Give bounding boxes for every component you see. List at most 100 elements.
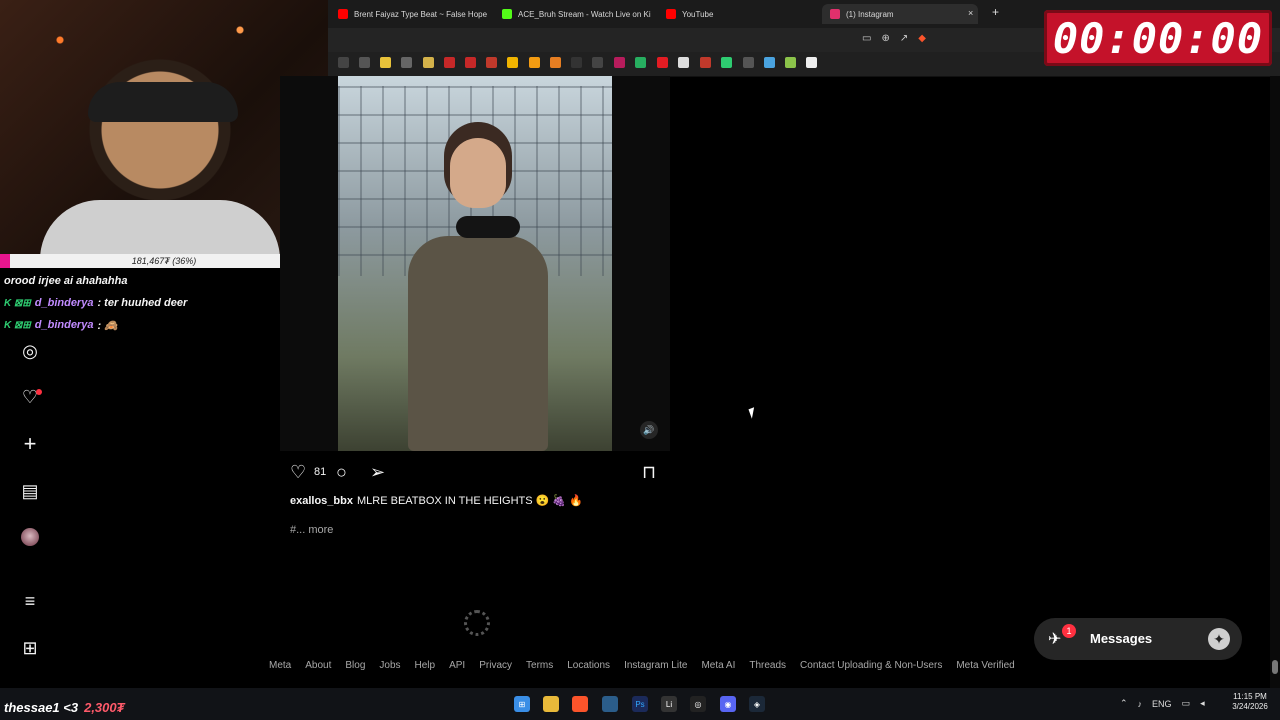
bookmark-icon[interactable] <box>657 57 668 68</box>
footer-link[interactable]: About <box>305 660 331 671</box>
post-username[interactable]: exallos_bbx <box>290 495 353 507</box>
scrollbar[interactable] <box>1270 76 1280 688</box>
tab-youtube[interactable]: YouTube <box>666 4 746 24</box>
share-icon[interactable]: ↗ <box>900 33 908 44</box>
bookmark-icon[interactable] <box>635 57 646 68</box>
chat-message: : ter huuhed deer <box>97 297 188 309</box>
like-icon[interactable]: ♡ <box>290 462 306 483</box>
hashtag-prefix: #... <box>290 524 306 536</box>
tab-kick-stream[interactable]: ACE_Bruh Stream - Watch Live on Ki <box>502 4 652 24</box>
points-bar: 181,467₮ (36%) <box>0 254 328 268</box>
system-tray: ⌃ ♪ ENG ▭ ◂ <box>1120 698 1205 709</box>
photoshop-icon[interactable]: Ps <box>632 696 648 712</box>
bookmark-icon[interactable] <box>423 57 434 68</box>
folder-icon[interactable] <box>380 57 391 68</box>
footer-link[interactable]: Meta Verified <box>956 660 1014 671</box>
brave-shield-icon[interactable]: ◆ <box>918 33 926 44</box>
youtube-icon <box>338 9 348 19</box>
clock-date: 3/24/2026 <box>1232 702 1268 711</box>
footer-links: Meta About Blog Jobs Help API Privacy Te… <box>269 660 1015 671</box>
volume-icon[interactable]: 🔊 <box>640 421 658 439</box>
tab-label: (1) Instagram <box>846 9 894 19</box>
explore-icon[interactable]: ◎ <box>18 339 42 363</box>
bookmark-icon[interactable] <box>700 57 711 68</box>
footer-link[interactable]: Instagram Lite <box>624 660 687 671</box>
bookmark-icon[interactable] <box>338 57 349 68</box>
zoom-icon[interactable]: ⊕ <box>881 33 889 44</box>
stream-timer: 00:00:00 <box>1044 10 1272 66</box>
new-tab-button[interactable]: + <box>992 5 999 19</box>
messages-button[interactable]: ✈ 1 Messages ✦ <box>1034 618 1242 660</box>
grid-icon[interactable]: ⊞ <box>18 636 42 660</box>
speaker-icon[interactable]: ◂ <box>1200 698 1205 709</box>
bookmark-icon[interactable] <box>592 57 603 68</box>
bookmark-icon[interactable] <box>359 57 370 68</box>
bookmark-icon[interactable] <box>507 57 518 68</box>
instagram-icon <box>830 9 840 19</box>
obs-icon[interactable]: ◎ <box>690 696 706 712</box>
bookmark-icon[interactable] <box>550 57 561 68</box>
messages-label: Messages <box>1090 631 1153 646</box>
comment-icon[interactable]: ○ <box>336 462 347 483</box>
scrollbar-thumb[interactable] <box>1272 660 1278 674</box>
bookmark-icon[interactable] <box>743 57 754 68</box>
bookmark-icon[interactable] <box>764 57 775 68</box>
share-icon[interactable]: ➢ <box>370 462 385 483</box>
app-icon[interactable] <box>602 696 618 712</box>
footer-link[interactable]: Privacy <box>479 660 512 671</box>
chat-message: : 🙈 <box>97 319 118 332</box>
footer-link[interactable]: Locations <box>567 660 610 671</box>
like-count[interactable]: 81 <box>314 466 326 478</box>
menu-icon[interactable]: ≡ <box>18 589 42 613</box>
language-indicator[interactable]: ENG <box>1152 699 1172 709</box>
bookmark-icon[interactable] <box>806 57 817 68</box>
bookmark-icon[interactable] <box>721 57 732 68</box>
footer-link[interactable]: Help <box>415 660 436 671</box>
tab-youtube-beat[interactable]: Brent Faiyaz Type Beat ~ False Hope <box>338 4 488 24</box>
post-caption: exallos_bbx MLRE BEATBOX IN THE HEIGHTS 😮… <box>290 494 583 507</box>
bookmark-icon[interactable] <box>678 57 689 68</box>
messages-avatar: ✦ <box>1208 628 1230 650</box>
footer-link[interactable]: Jobs <box>379 660 400 671</box>
close-icon[interactable]: × <box>968 8 973 18</box>
display-icon[interactable]: ▭ <box>1182 698 1191 709</box>
footer-link[interactable]: Meta <box>269 660 291 671</box>
donation-amount: 2,300₮ <box>84 700 125 715</box>
brave-browser-icon[interactable] <box>572 696 588 712</box>
footer-link[interactable]: Contact Uploading & Non-Users <box>800 660 942 671</box>
footer-link[interactable]: API <box>449 660 465 671</box>
footer-link[interactable]: Threads <box>749 660 786 671</box>
footer-link[interactable]: Terms <box>526 660 553 671</box>
tab-instagram[interactable]: (1) Instagram <box>822 4 978 24</box>
bookmark-icon[interactable] <box>465 57 476 68</box>
bookmark-icon[interactable] <box>401 57 412 68</box>
avatar[interactable] <box>21 528 39 546</box>
taskbar-clock[interactable]: 11:15 PM 3/24/2026 <box>1228 692 1272 712</box>
discord-icon[interactable]: ◉ <box>720 696 736 712</box>
bookmark-icon[interactable] <box>529 57 540 68</box>
loading-spinner <box>464 610 490 636</box>
donor-name: thessae1 <3 <box>4 700 79 715</box>
bookmark-icon[interactable] <box>785 57 796 68</box>
plus-icon[interactable]: + <box>18 431 42 456</box>
bookmark-icon[interactable] <box>571 57 582 68</box>
cast-icon[interactable]: ▭ <box>862 33 871 44</box>
mouse-cursor <box>748 407 758 419</box>
bookmark-icon[interactable] <box>444 57 455 68</box>
bookmark-icon[interactable]: ⊓ <box>642 462 656 483</box>
post-video[interactable] <box>338 76 612 451</box>
chevron-up-icon[interactable]: ⌃ <box>1120 698 1128 709</box>
tab-label: YouTube <box>682 9 714 19</box>
file-explorer-icon[interactable] <box>543 696 559 712</box>
bookmark-icon[interactable] <box>486 57 497 68</box>
windows-start-icon[interactable]: ⊞ <box>514 696 530 712</box>
microphone-icon[interactable]: ♪ <box>1138 699 1143 709</box>
stats-icon[interactable]: ▤ <box>18 479 42 503</box>
messages-badge: 1 <box>1062 624 1076 638</box>
footer-link[interactable]: Meta AI <box>701 660 735 671</box>
footer-link[interactable]: Blog <box>345 660 365 671</box>
more-link[interactable]: more <box>308 524 333 536</box>
live-app-icon[interactable]: Li <box>661 696 677 712</box>
bookmark-icon[interactable] <box>614 57 625 68</box>
steam-icon[interactable]: ◈ <box>749 696 765 712</box>
